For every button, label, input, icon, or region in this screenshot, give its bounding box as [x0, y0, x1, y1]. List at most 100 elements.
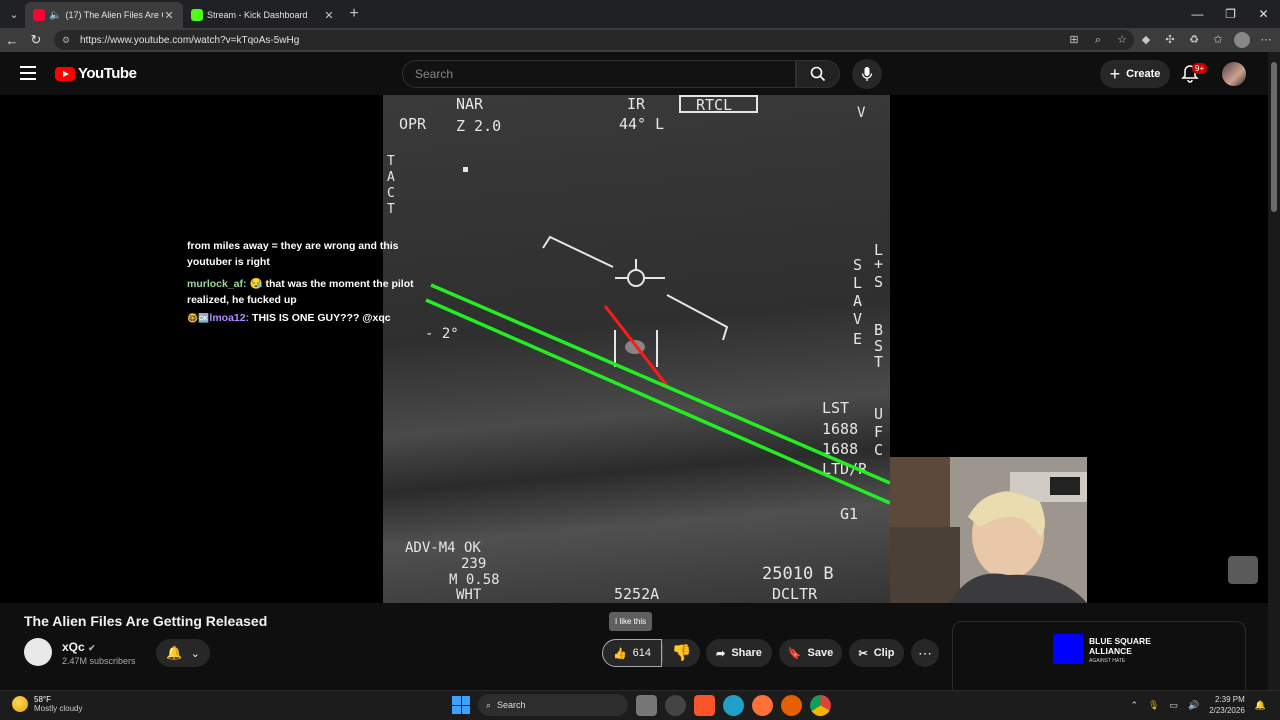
windows-taskbar: 58°F Mostly cloudy ⌕ Search ⌃ 🎙 ▭ 🔊 2:39…: [0, 690, 1280, 720]
hud-angle: 44° L: [619, 115, 664, 133]
svg-text:V: V: [853, 310, 862, 328]
site-info-icon[interactable]: ⚙: [62, 35, 74, 46]
svg-text:C: C: [874, 441, 883, 459]
svg-text:T: T: [387, 202, 395, 217]
video-player[interactable]: NAR OPR Z 2.0 IR 44° L RTCL V T A C T - …: [0, 95, 1268, 603]
taskbar-search[interactable]: ⌕ Search: [478, 694, 628, 716]
favorites-icon[interactable]: ✩: [1210, 32, 1226, 48]
hud-ir: IR: [627, 95, 646, 113]
close-tab-icon[interactable]: ✕: [323, 9, 335, 22]
tab-kick[interactable]: Stream - Kick Dashboard ✕: [183, 2, 343, 28]
chevron-up-icon[interactable]: ⌃: [1130, 700, 1138, 711]
brave-icon[interactable]: [694, 694, 715, 716]
thumbs-down-icon: 👎: [671, 645, 692, 662]
scrollbar-thumb[interactable]: [1271, 62, 1277, 212]
speaker-icon[interactable]: 🔈: [49, 10, 61, 21]
chat-message: murlock_af: 😪 that was the moment the pi…: [187, 276, 417, 308]
account-avatar[interactable]: [1222, 62, 1246, 86]
share-icon: ➦: [716, 647, 726, 660]
toolbar-icons: ⊞ ⌕ ☆ ◆ ✣ ♻ ✩ ⋯: [1066, 32, 1274, 48]
notifications-icon[interactable]: 🔔: [1255, 700, 1266, 711]
time: 2:39 PM: [1214, 695, 1245, 704]
tab-title: (17) The Alien Files Are Getting Release…: [65, 10, 163, 20]
hud-t1: T: [387, 154, 395, 169]
verified-icon: ✔: [88, 643, 96, 653]
bookmark-icon[interactable]: ☆: [1114, 32, 1130, 48]
new-tab-button[interactable]: +: [343, 5, 365, 23]
hud-rtcl: RTCL: [696, 96, 732, 114]
kick-favicon-icon: [191, 9, 203, 21]
url-field[interactable]: ⚙ https://www.youtube.com/watch?v=kTqoAs…: [54, 30, 1134, 50]
volume-icon[interactable]: 🔊: [1188, 700, 1199, 711]
share-label: Share: [731, 647, 762, 659]
hud-lst: LST: [822, 399, 849, 417]
clip-button[interactable]: ✂ Clip: [849, 639, 904, 667]
browser-tab-bar: ⌄ 🔈 (17) The Alien Files Are Getting Rel…: [0, 0, 1280, 28]
reading-icon[interactable]: ♻: [1186, 32, 1202, 48]
date: 2/23/2026: [1209, 706, 1245, 715]
ad-line1: BLUE SQUARE: [1089, 636, 1151, 646]
create-button[interactable]: + Create: [1100, 60, 1170, 88]
search-button[interactable]: [796, 60, 840, 88]
extension-diamond-icon[interactable]: ◆: [1138, 32, 1154, 48]
zoom-icon[interactable]: ⌕: [1090, 32, 1106, 48]
like-count: 614: [632, 647, 652, 659]
save-button[interactable]: 🔖 Save: [779, 639, 842, 667]
dislike-button[interactable]: 👎: [662, 644, 700, 662]
hud-zoom: Z 2.0: [456, 117, 501, 135]
svg-text:L: L: [853, 274, 862, 292]
tab-youtube[interactable]: 🔈 (17) The Alien Files Are Getting Relea…: [25, 2, 183, 28]
page-scrollbar[interactable]: [1268, 52, 1280, 690]
firefox-dev-icon[interactable]: [781, 694, 802, 716]
search-input[interactable]: Search: [402, 60, 796, 88]
channel-watermark-icon[interactable]: [1228, 556, 1258, 584]
hud-nar: NAR: [456, 95, 484, 113]
windows-start-icon[interactable]: [452, 696, 470, 714]
minimize-button[interactable]: —: [1181, 0, 1214, 28]
youtube-favicon-icon: [33, 9, 45, 21]
like-button[interactable]: 👍 614: [602, 639, 662, 667]
channel-avatar[interactable]: [24, 638, 52, 666]
share-button[interactable]: ➦ Share: [706, 639, 772, 667]
extensions-icon[interactable]: ✣: [1162, 32, 1178, 48]
close-tab-icon[interactable]: ✕: [163, 9, 175, 22]
clock[interactable]: 2:39 PM 2/23/2026: [1209, 694, 1245, 716]
hud-alt: 25010 B: [762, 564, 834, 584]
bell-icon: 🔔: [166, 645, 183, 660]
hud-g1: G1: [840, 505, 858, 523]
tab-list-button[interactable]: ⌄: [3, 3, 25, 25]
hamburger-menu-icon[interactable]: [20, 66, 36, 80]
youtube-header: YouTube Search + Create 9+: [0, 52, 1268, 95]
back-button[interactable]: ←: [0, 33, 24, 48]
svg-text:F: F: [874, 423, 883, 441]
chat-message: 🤓🆗lmoa12: THIS IS ONE GUY??? @xqc: [187, 310, 417, 326]
obs-icon[interactable]: [665, 694, 686, 716]
youtube-logo[interactable]: YouTube: [55, 65, 137, 82]
firefox-icon[interactable]: [752, 694, 773, 716]
network-icon[interactable]: ▭: [1169, 700, 1178, 711]
edge-icon[interactable]: [723, 694, 744, 716]
mic-tray-icon[interactable]: 🎙: [1148, 700, 1159, 711]
clip-label: Clip: [873, 647, 895, 659]
voice-search-button[interactable]: [852, 59, 882, 89]
channel-name[interactable]: xQc ✔: [62, 640, 96, 654]
restore-button[interactable]: ❐: [1214, 0, 1247, 28]
weather-widget[interactable]: 58°F Mostly cloudy: [12, 695, 82, 713]
task-view-icon[interactable]: [636, 694, 657, 716]
chrome-icon[interactable]: [810, 694, 831, 716]
subscribed-notification-button[interactable]: 🔔 ⌄: [156, 639, 210, 667]
close-window-button[interactable]: ✕: [1247, 0, 1280, 28]
hud-pitch: - 2°: [425, 326, 459, 342]
install-app-icon[interactable]: ⊞: [1066, 32, 1082, 48]
more-actions-button[interactable]: ⋯: [911, 639, 939, 667]
profile-icon[interactable]: [1234, 32, 1250, 48]
weather-condition: Mostly cloudy: [34, 704, 83, 713]
emote-icon: 😪: [249, 278, 263, 290]
browser-menu-icon[interactable]: ⋯: [1258, 32, 1274, 48]
flir-footage: NAR OPR Z 2.0 IR 44° L RTCL V T A C T - …: [383, 95, 890, 603]
reload-button[interactable]: ↻: [24, 32, 48, 48]
svg-text:S: S: [874, 273, 883, 291]
sidebar-ad[interactable]: BLUE SQUARE ALLIANCE AGAINST HATE: [952, 621, 1246, 701]
taskbar-apps: ⌕ Search: [452, 694, 831, 716]
svg-text:A: A: [853, 292, 862, 310]
